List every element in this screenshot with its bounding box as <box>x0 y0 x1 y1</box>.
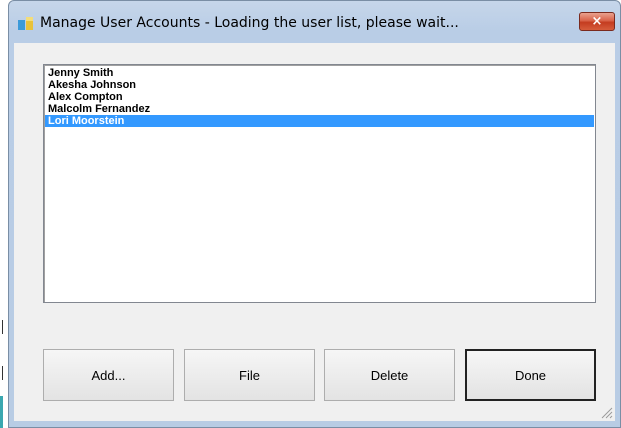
list-item[interactable]: Malcolm Fernandez <box>45 103 594 115</box>
file-button[interactable]: File <box>184 349 315 401</box>
dialog-client-area: Jenny Smith Akesha Johnson Alex Compton Mal… <box>14 43 615 421</box>
add-button[interactable]: Add... <box>43 349 174 401</box>
user-list[interactable]: Jenny Smith Akesha Johnson Alex Compton Mal… <box>43 64 596 303</box>
list-item-selected[interactable]: Lori Moorstein <box>45 115 594 127</box>
close-button[interactable]: × <box>579 12 615 31</box>
done-button[interactable]: Done <box>465 349 596 401</box>
list-item[interactable]: Alex Compton <box>45 91 594 103</box>
desktop-edge-mark <box>2 320 3 334</box>
app-icon <box>18 17 33 30</box>
window-title: Manage User Accounts - Loading the user … <box>40 15 459 31</box>
list-item[interactable]: Jenny Smith <box>45 67 594 79</box>
close-icon: × <box>591 14 603 29</box>
resize-grip-icon[interactable] <box>599 405 613 419</box>
manage-user-accounts-window: Manage User Accounts - Loading the user … <box>8 0 621 428</box>
desktop-edge-mark <box>2 366 3 380</box>
desktop-background <box>0 0 8 428</box>
delete-button[interactable]: Delete <box>324 349 455 401</box>
list-item[interactable]: Akesha Johnson <box>45 79 594 91</box>
title-bar[interactable]: Manage User Accounts - Loading the user … <box>9 1 620 41</box>
desktop-edge-strip <box>0 396 3 428</box>
